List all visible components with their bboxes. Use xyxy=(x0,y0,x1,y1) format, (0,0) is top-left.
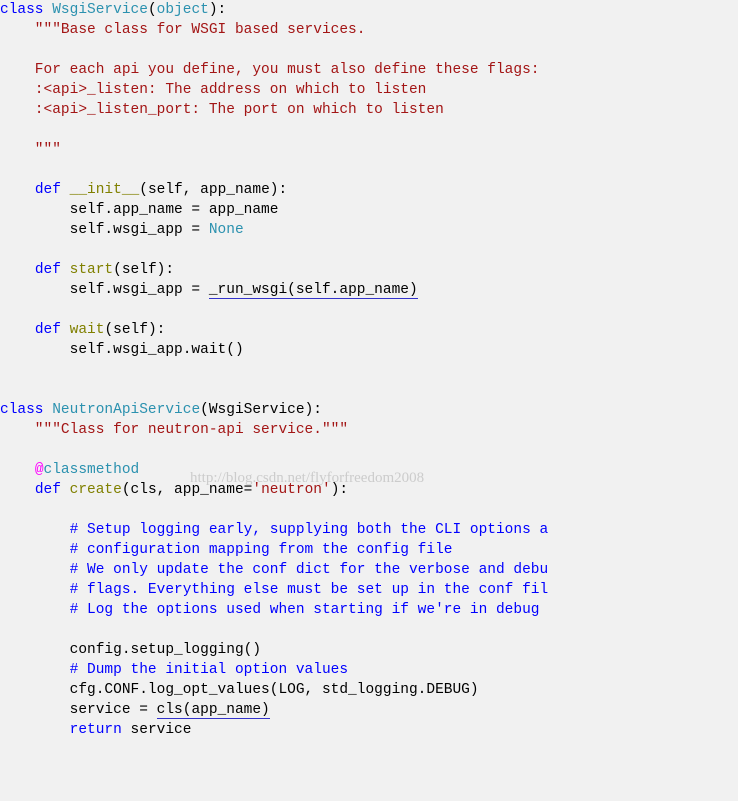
indent xyxy=(0,182,35,198)
func-create: create xyxy=(70,482,122,498)
cls-call: cls(app_name) xyxy=(157,702,270,719)
code-line: cfg.CONF.log_opt_values(LOG, std_logging… xyxy=(0,682,479,698)
classmethod-decorator: classmethod xyxy=(44,462,140,478)
class-name: WsgiService xyxy=(44,2,148,18)
space xyxy=(61,322,70,338)
class-keyword: class xyxy=(0,2,44,18)
indent xyxy=(0,462,35,478)
params-close: ): xyxy=(331,482,348,498)
code-line: self.wsgi_app = xyxy=(0,282,209,298)
comment-line: # Dump the initial option values xyxy=(0,662,348,678)
space xyxy=(61,482,70,498)
space xyxy=(61,182,70,198)
docstring-line: :<api>_listen: The address on which to l… xyxy=(0,82,426,98)
indent xyxy=(0,482,35,498)
params: (self): xyxy=(104,322,165,338)
comment-line: # configuration mapping from the config … xyxy=(0,542,452,558)
docstring-line: """Class for neutron-api service.""" xyxy=(0,422,348,438)
class-keyword: class xyxy=(0,402,44,418)
func-init: __init__ xyxy=(70,182,140,198)
params-open: (cls, app_name= xyxy=(122,482,253,498)
object-builtin: object xyxy=(157,2,209,18)
def-keyword: def xyxy=(35,182,61,198)
decorator-at: @ xyxy=(35,462,44,478)
return-value: service xyxy=(122,722,192,738)
run-wsgi-call: _run_wsgi(self.app_name) xyxy=(209,282,418,299)
string-literal: 'neutron' xyxy=(252,482,330,498)
docstring-line: For each api you define, you must also d… xyxy=(0,62,540,78)
def-keyword: def xyxy=(35,322,61,338)
comment-line: # We only update the conf dict for the v… xyxy=(0,562,548,578)
indent xyxy=(0,262,35,278)
docstring-line: """Base class for WSGI based services. xyxy=(0,22,365,38)
comment-line: # Log the options used when starting if … xyxy=(0,602,548,618)
class-name: NeutronApiService xyxy=(44,402,201,418)
code-line: service = xyxy=(0,702,157,718)
code-line: self.wsgi_app = xyxy=(0,222,209,238)
docstring-end: """ xyxy=(0,142,61,158)
space xyxy=(61,262,70,278)
base-class: (WsgiService): xyxy=(200,402,322,418)
func-start: start xyxy=(70,262,114,278)
func-wait: wait xyxy=(70,322,105,338)
code-line: self.wsgi_app.wait() xyxy=(0,342,244,358)
return-keyword: return xyxy=(70,722,122,738)
def-keyword: def xyxy=(35,482,61,498)
params: (self, app_name): xyxy=(139,182,287,198)
code-line: self.app_name = app_name xyxy=(0,202,278,218)
code-block: class WsgiService(object): """Base class… xyxy=(0,0,738,740)
docstring-line: :<api>_listen_port: The port on which to… xyxy=(0,102,444,118)
def-keyword: def xyxy=(35,262,61,278)
comment-line: # Setup logging early, supplying both th… xyxy=(0,522,548,538)
none-literal: None xyxy=(209,222,244,238)
comment-line: # flags. Everything else must be set up … xyxy=(0,582,548,598)
indent xyxy=(0,722,70,738)
paren: ( xyxy=(148,2,157,18)
code-line: config.setup_logging() xyxy=(0,642,261,658)
indent xyxy=(0,322,35,338)
paren-close: ): xyxy=(209,2,226,18)
params: (self): xyxy=(113,262,174,278)
